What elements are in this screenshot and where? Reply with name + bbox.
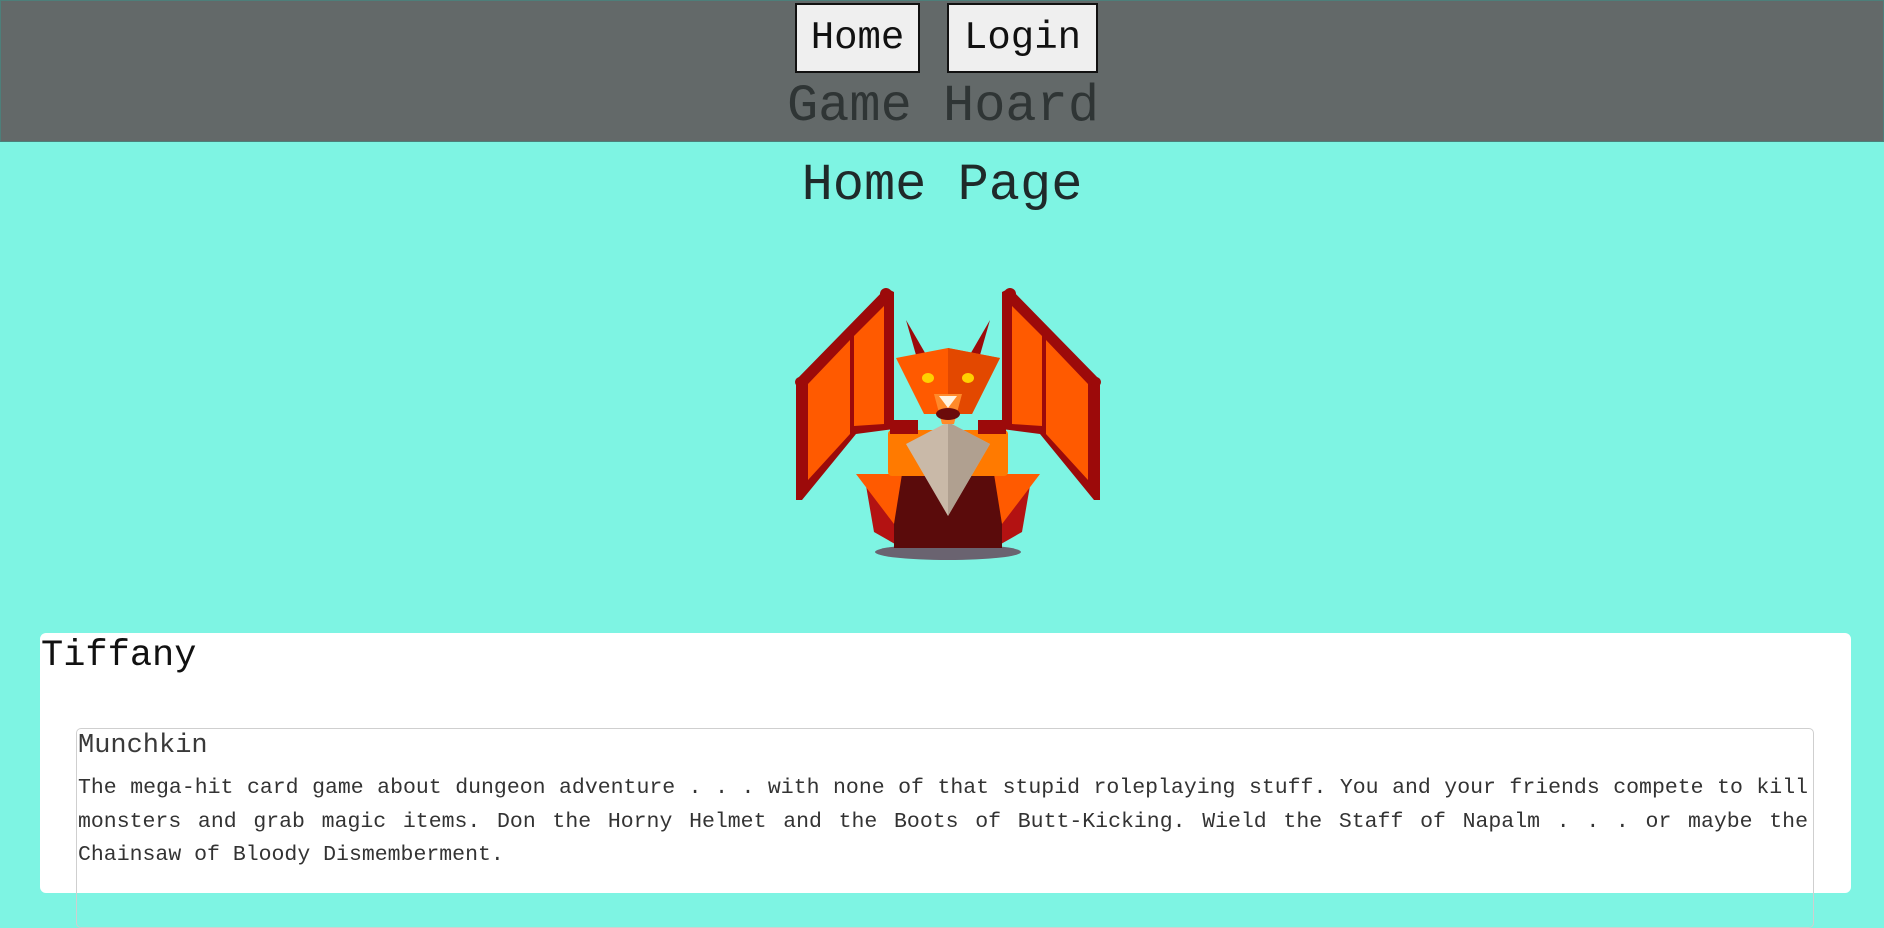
game-title: Munchkin [78, 731, 208, 761]
login-button[interactable]: Login [947, 3, 1098, 73]
navbar: Home Login Game Hoard [0, 0, 1884, 142]
owner-name: Tiffany [41, 635, 197, 677]
dragon-icon [795, 288, 1101, 560]
game-card: Munchkin The mega-hit card game about du… [76, 728, 1814, 928]
home-button[interactable]: Home [795, 3, 920, 73]
collection-card: Tiffany Munchkin The mega-hit card game … [40, 633, 1851, 928]
game-description: The mega-hit card game about dungeon adv… [78, 776, 1808, 867]
site-title: Game Hoard [786, 77, 1100, 136]
page-title: Home Page [801, 156, 1083, 215]
